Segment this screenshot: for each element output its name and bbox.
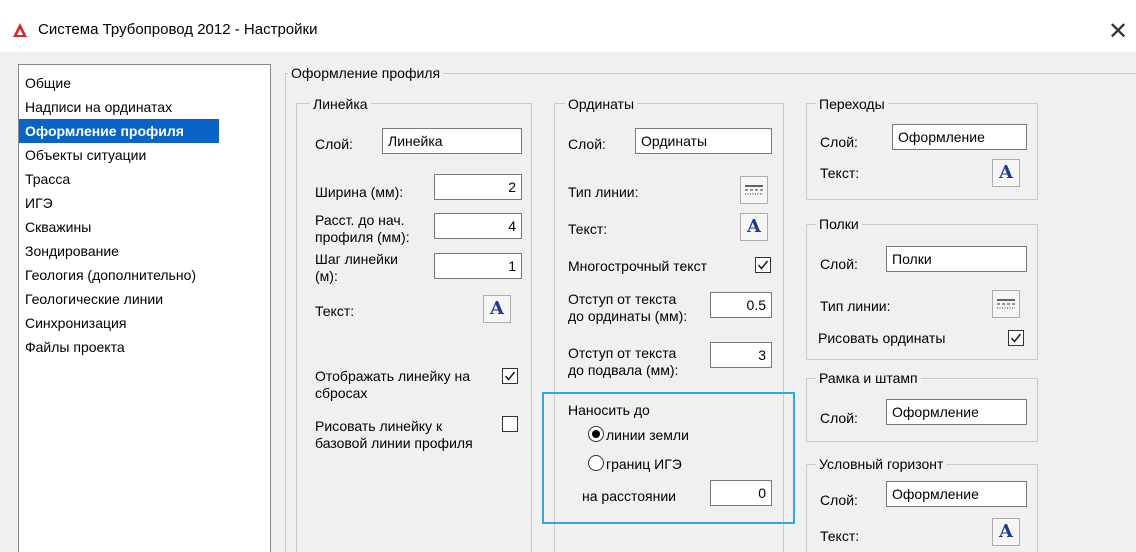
linetype-icon <box>745 185 763 195</box>
ordinaty-offset-text-label-1: Отступ от текста <box>568 291 677 307</box>
settings-category-list[interactable]: Общие Надписи на ординатах Оформление проф… <box>18 64 271 552</box>
radio-ige-boundary[interactable] <box>588 455 604 471</box>
lineyka-text-label: Текст: <box>315 303 355 319</box>
polki-group-label: Полки <box>816 216 862 232</box>
profile-design-group-label: Оформление профиля <box>288 65 444 81</box>
perehody-text-label: Текст: <box>820 165 860 181</box>
ramka-layer-field[interactable]: Оформление <box>886 399 1027 425</box>
checkmark-icon <box>757 260 769 270</box>
lineyka-width-label: Ширина (мм): <box>315 184 404 200</box>
perehody-group-label: Переходы <box>816 96 888 112</box>
horizon-layer-label: Слой: <box>820 492 858 508</box>
sidebar-item[interactable]: ИГЭ <box>19 191 270 215</box>
ordinaty-offset-base-label-2: до подвала (мм): <box>568 362 679 378</box>
lineyka-show-checkbox[interactable] <box>502 368 518 384</box>
horizon-text-style-button[interactable]: A <box>992 518 1020 546</box>
sidebar-item[interactable]: Трасса <box>19 167 270 191</box>
sidebar-item[interactable]: Оформление профиля <box>19 119 219 143</box>
polki-layer-field[interactable]: Полки <box>886 246 1027 272</box>
lineyka-dist-label-2: профиля (мм): <box>315 229 410 245</box>
ordinaty-layer-label: Слой: <box>568 136 606 152</box>
polki-layer-label: Слой: <box>820 256 858 272</box>
ordinaty-offset-text-field[interactable]: 0.5 <box>710 292 772 318</box>
lineyka-step-field[interactable]: 1 <box>434 253 522 279</box>
ordinaty-linetype-button[interactable] <box>740 176 768 204</box>
lineyka-width-field[interactable]: 2 <box>434 174 522 200</box>
checkmark-icon <box>1010 333 1022 343</box>
lineyka-layer-field[interactable]: Линейка <box>382 128 522 154</box>
polki-draw-ord-label: Рисовать ординаты <box>818 330 946 346</box>
ramka-group-label: Рамка и штамп <box>816 370 921 386</box>
title-bar: Система Трубопровод 2012 - Настройки ✕ <box>0 0 1136 52</box>
window-title: Система Трубопровод 2012 - Настройки <box>38 21 318 38</box>
horizon-text-label: Текст: <box>820 528 860 544</box>
polki-linetype-button[interactable] <box>992 290 1020 318</box>
sidebar-item[interactable]: Синхронизация <box>19 311 270 335</box>
lineyka-draw-label-2: базовой линии профиля <box>315 435 473 451</box>
ordinaty-offset-text-label-2: до ординаты (мм): <box>568 308 688 324</box>
horizon-group-label: Условный горизонт <box>816 456 947 472</box>
sidebar-item[interactable]: Зондирование <box>19 239 270 263</box>
horizon-layer-field[interactable]: Оформление <box>886 481 1027 507</box>
ordinaty-group-label: Ординаты <box>565 96 638 112</box>
app-logo-icon <box>13 23 27 37</box>
checkmark-icon <box>504 371 516 381</box>
ordinaty-multiline-label: Многострочный текст <box>568 258 707 274</box>
ordinaty-text-style-button[interactable]: A <box>740 213 768 241</box>
close-icon[interactable]: ✕ <box>1100 14 1136 50</box>
perehody-layer-field[interactable]: Оформление <box>892 124 1027 150</box>
lineyka-text-style-button[interactable]: A <box>483 295 511 323</box>
polki-linetype-label: Тип линии: <box>820 298 891 314</box>
lineyka-draw-label-1: Рисовать линейку к <box>315 418 443 434</box>
distance-label: на расстоянии <box>582 488 676 504</box>
lineyka-dist-field[interactable]: 4 <box>434 213 522 239</box>
ordinaty-multiline-checkbox[interactable] <box>755 257 771 273</box>
radio-ige-boundary-label: границ ИГЭ <box>606 456 682 472</box>
distance-field[interactable]: 0 <box>710 480 772 506</box>
lineyka-draw-checkbox[interactable] <box>502 416 518 432</box>
radio-selected-dot <box>592 430 600 438</box>
lineyka-step-label-1: Шаг линейки <box>315 251 398 267</box>
sidebar-item[interactable]: Объекты ситуации <box>19 143 270 167</box>
ordinaty-layer-field[interactable]: Ординаты <box>635 128 772 154</box>
sidebar-item[interactable]: Геологические линии <box>19 287 270 311</box>
lineyka-group-label: Линейка <box>310 96 371 112</box>
perehody-layer-label: Слой: <box>820 134 858 150</box>
lineyka-step-label-2: (м): <box>315 268 338 284</box>
sidebar-item[interactable]: Скважины <box>19 215 270 239</box>
radio-ground-line[interactable] <box>588 426 604 442</box>
sidebar-item[interactable]: Надписи на ординатах <box>19 95 270 119</box>
linetype-icon <box>997 299 1015 309</box>
sidebar-item[interactable]: Файлы проекта <box>19 335 270 359</box>
ordinaty-text-label: Текст: <box>568 221 608 237</box>
ordinaty-offset-base-label-1: Отступ от текста <box>568 345 677 361</box>
radio-ground-line-label: линии земли <box>606 427 689 443</box>
ordinaty-offset-base-field[interactable]: 3 <box>710 342 772 368</box>
ordinaty-linetype-label: Тип линии: <box>568 184 639 200</box>
sidebar-item[interactable]: Геология (дополнительно) <box>19 263 270 287</box>
apply-to-label: Наносить до <box>568 402 650 418</box>
lineyka-show-label-2: сбросах <box>315 385 368 401</box>
ramka-layer-label: Слой: <box>820 410 858 426</box>
lineyka-show-label-1: Отображать линейку на <box>315 368 470 384</box>
polki-draw-ord-checkbox[interactable] <box>1008 330 1024 346</box>
lineyka-layer-label: Слой: <box>315 136 353 152</box>
sidebar-item[interactable]: Общие <box>19 71 270 95</box>
settings-window: Система Трубопровод 2012 - Настройки ✕ О… <box>0 0 1136 552</box>
lineyka-dist-label-1: Расст. до нач. <box>315 212 405 228</box>
perehody-text-style-button[interactable]: A <box>992 159 1020 187</box>
lineyka-group <box>296 103 532 552</box>
